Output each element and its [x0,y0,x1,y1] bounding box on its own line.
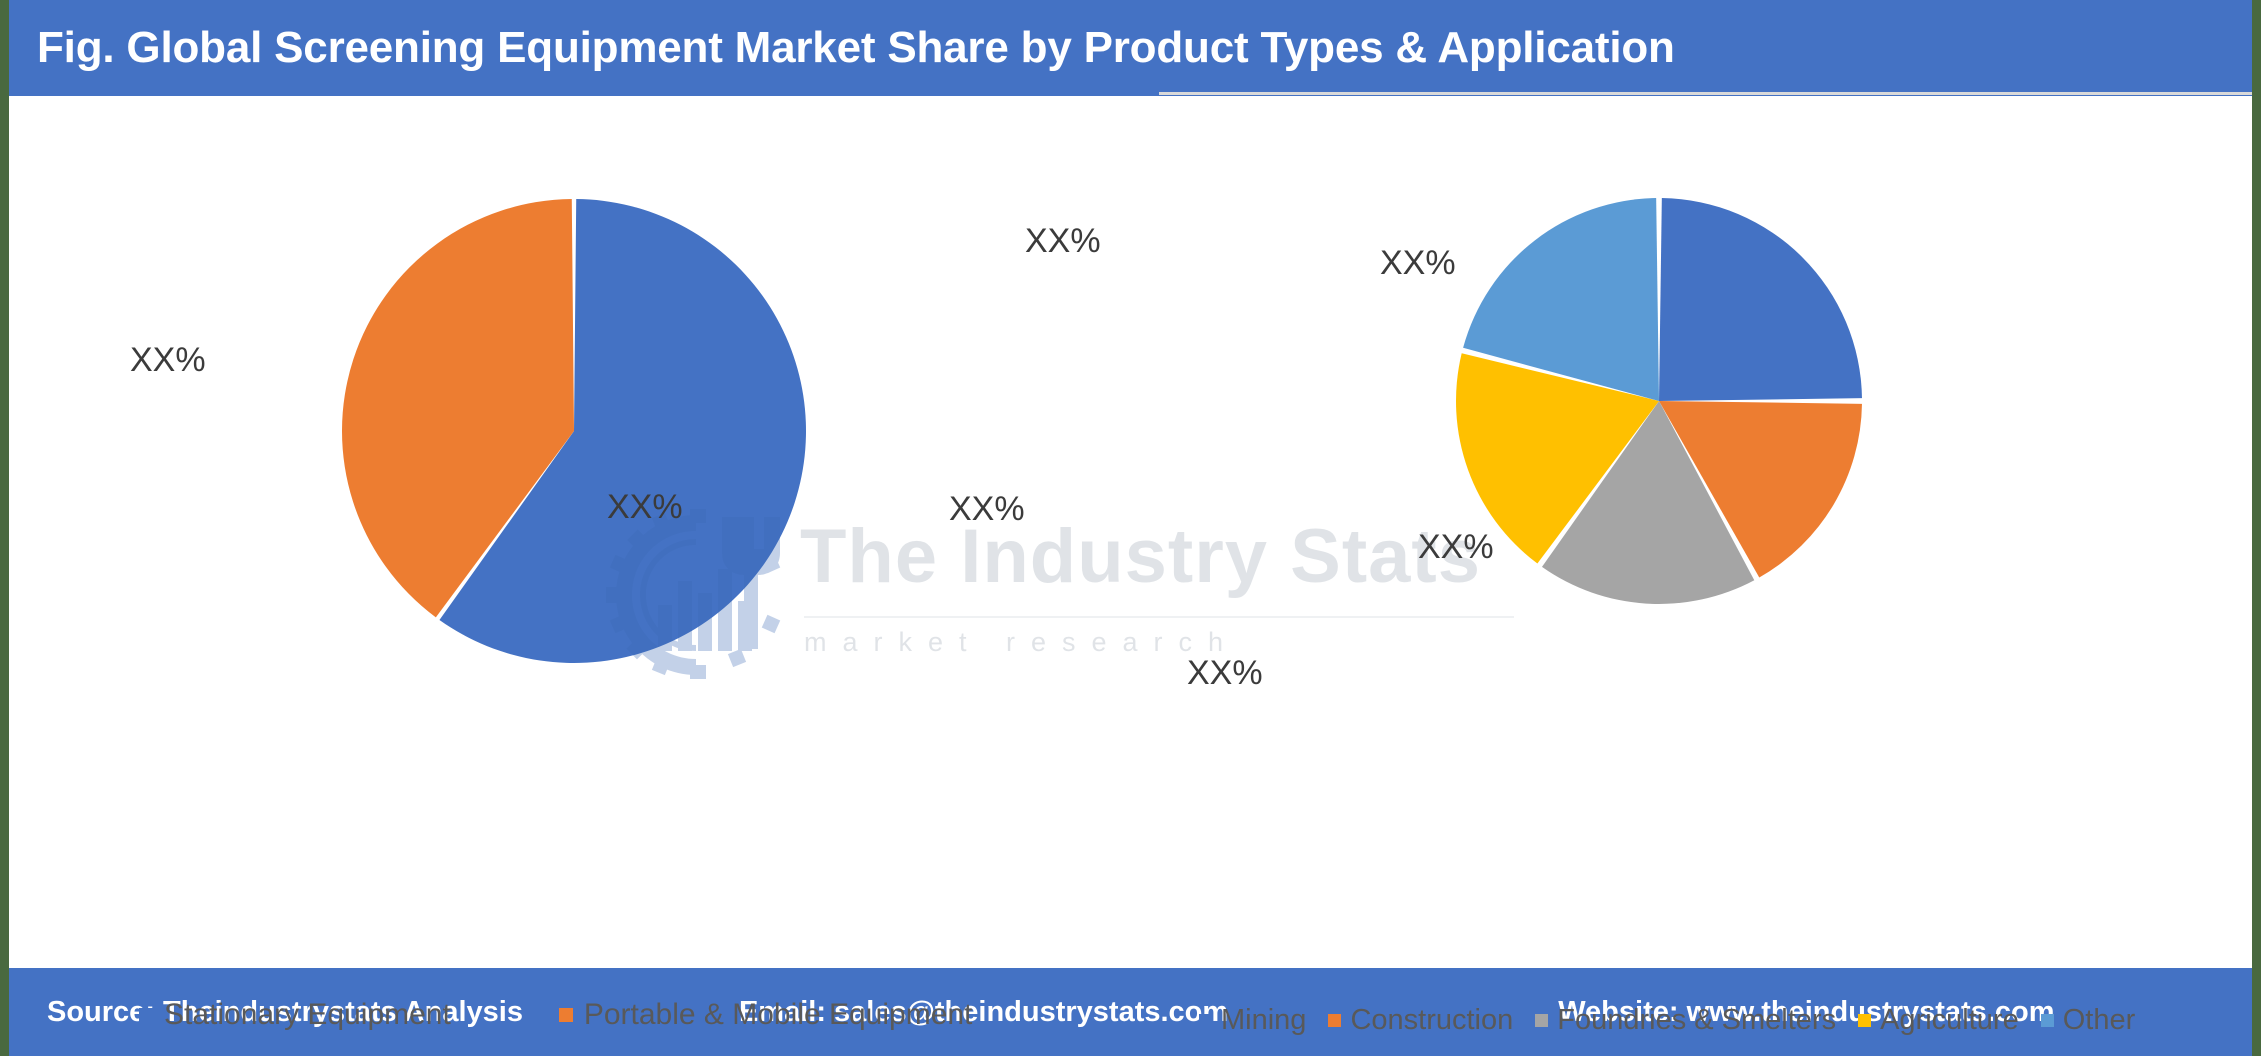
legend-application-item-other[interactable]: Other [2040,1004,2136,1037]
pie-left-label-stationary: XX% [607,488,683,526]
legend-application-item-agriculture[interactable]: Agriculture [1858,1004,2019,1037]
legend-item-label: Foundries & Smelters [1557,1004,1837,1036]
legend-swatch-icon [2040,1014,2054,1027]
legend-application-item-construction[interactable]: Construction [1328,1004,1513,1037]
pie-right-slices [1456,198,1862,604]
legend-swatch-icon [139,1008,153,1022]
legend-item-label: Agriculture [1880,1004,2019,1036]
legend-swatch-icon [1328,1014,1342,1027]
legend-item-label: Construction [1350,1004,1514,1036]
legend-product-types-item-stationary-equipment[interactable]: Stationary Equipment [139,998,451,1032]
legend-product-types: Stationary Equipment Portable & Mobile Eq… [139,998,972,1032]
pie-right-label-foundries: XX% [1187,654,1263,692]
legend-item-label: Mining [1221,1004,1307,1036]
legend-item-label: Other [2062,1004,2136,1036]
pie-left-label-portable: XX% [130,341,206,379]
legend-item-label: Portable & Mobile Equipment [583,998,973,1031]
chart-plot-area: The Industry Stats market research XX% X… [9,96,2252,1036]
pie-chart-application [1456,198,1862,604]
legend-swatch-icon [558,1008,573,1022]
pie-chart-product-types [342,199,806,664]
legend-item-label: Stationary Equipment [164,998,451,1031]
watermark-tagline: market research [804,627,1240,657]
legend-application: Mining Construction Foundries & Smelters Ag… [1199,1004,2135,1037]
legend-swatch-icon [1199,1014,1212,1027]
title-underline-rule [1159,92,2252,95]
figure-title: Fig. Global Screening Equipment Market S… [37,23,1675,72]
application-slice-mining[interactable] [1659,198,1862,401]
legend-swatch-icon [1858,1014,1872,1027]
legend-swatch-icon [1535,1014,1549,1027]
pie-left-slices [342,199,806,664]
pie-right-label-construction: XX% [1418,528,1494,566]
pie-right-label-mining: XX% [1380,244,1456,282]
watermark-brand: The Industry Stats [800,514,1481,599]
pie-right-label-agriculture: XX% [949,490,1025,528]
legend-application-item-foundries-smelters[interactable]: Foundries & Smelters [1535,1004,1836,1037]
watermark-rule [804,616,1514,618]
market-share-figure: Fig. Global Screening Equipment Market S… [0,0,2261,1056]
legend-product-types-item-portable-mobile-equipment[interactable]: Portable & Mobile Equipment [558,998,973,1032]
legend-application-item-mining[interactable]: Mining [1199,1004,1306,1037]
pie-right-label-other: XX% [1025,222,1101,260]
figure-title-bar: Fig. Global Screening Equipment Market S… [9,0,2252,96]
